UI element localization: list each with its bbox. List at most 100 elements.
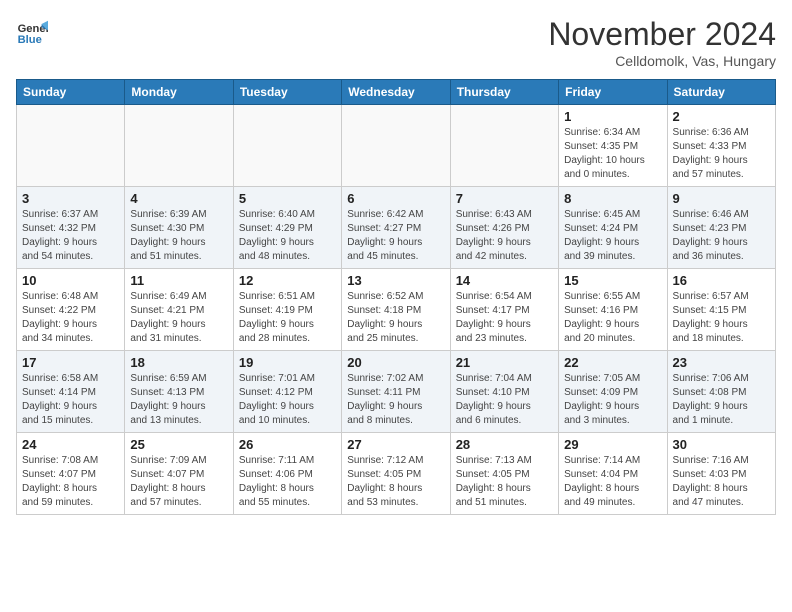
calendar-cell: 1 Sunrise: 6:34 AM Sunset: 4:35 PM Daylig… (559, 105, 667, 187)
calendar-cell: 8 Sunrise: 6:45 AM Sunset: 4:24 PM Daylig… (559, 187, 667, 269)
calendar-cell: 30 Sunrise: 7:16 AM Sunset: 4:03 PM Dayli… (667, 433, 775, 515)
day-info: Sunrise: 6:43 AM Sunset: 4:26 PM Dayligh… (456, 208, 553, 264)
day-number: 20 (347, 355, 444, 370)
day-number: 24 (22, 437, 119, 452)
day-info: Sunrise: 7:16 AM Sunset: 4:03 PM Dayligh… (673, 454, 770, 510)
col-monday: Monday (125, 80, 233, 105)
day-number: 30 (673, 437, 770, 452)
day-number: 2 (673, 109, 770, 124)
day-number: 15 (564, 273, 661, 288)
calendar-cell: 25 Sunrise: 7:09 AM Sunset: 4:07 PM Dayli… (125, 433, 233, 515)
day-info: Sunrise: 7:04 AM Sunset: 4:10 PM Dayligh… (456, 372, 553, 428)
day-info: Sunrise: 6:39 AM Sunset: 4:30 PM Dayligh… (130, 208, 227, 264)
col-friday: Friday (559, 80, 667, 105)
calendar-cell: 7 Sunrise: 6:43 AM Sunset: 4:26 PM Daylig… (450, 187, 558, 269)
calendar-cell: 19 Sunrise: 7:01 AM Sunset: 4:12 PM Dayli… (233, 351, 341, 433)
col-sunday: Sunday (17, 80, 125, 105)
calendar-cell (342, 105, 450, 187)
day-info: Sunrise: 6:52 AM Sunset: 4:18 PM Dayligh… (347, 290, 444, 346)
calendar-cell: 15 Sunrise: 6:55 AM Sunset: 4:16 PM Dayli… (559, 269, 667, 351)
day-number: 12 (239, 273, 336, 288)
calendar-cell (17, 105, 125, 187)
day-info: Sunrise: 6:49 AM Sunset: 4:21 PM Dayligh… (130, 290, 227, 346)
day-number: 28 (456, 437, 553, 452)
day-info: Sunrise: 7:02 AM Sunset: 4:11 PM Dayligh… (347, 372, 444, 428)
location-subtitle: Celldomolk, Vas, Hungary (548, 53, 776, 69)
month-title: November 2024 (548, 16, 776, 53)
day-info: Sunrise: 7:09 AM Sunset: 4:07 PM Dayligh… (130, 454, 227, 510)
day-number: 7 (456, 191, 553, 206)
day-info: Sunrise: 7:13 AM Sunset: 4:05 PM Dayligh… (456, 454, 553, 510)
col-wednesday: Wednesday (342, 80, 450, 105)
calendar-cell: 20 Sunrise: 7:02 AM Sunset: 4:11 PM Dayli… (342, 351, 450, 433)
week-row-4: 17Sunrise: 6:58 AM Sunset: 4:14 PM Dayli… (17, 351, 776, 433)
calendar-cell (125, 105, 233, 187)
day-number: 14 (456, 273, 553, 288)
day-info: Sunrise: 6:34 AM Sunset: 4:35 PM Dayligh… (564, 126, 661, 182)
col-saturday: Saturday (667, 80, 775, 105)
day-number: 25 (130, 437, 227, 452)
day-number: 19 (239, 355, 336, 370)
calendar-cell: 26Sunrise: 7:11 AM Sunset: 4:06 PM Dayli… (233, 433, 341, 515)
day-number: 27 (347, 437, 444, 452)
day-info: Sunrise: 6:45 AM Sunset: 4:24 PM Dayligh… (564, 208, 661, 264)
day-number: 21 (456, 355, 553, 370)
calendar-header-row: Sunday Monday Tuesday Wednesday Thursday… (17, 80, 776, 105)
calendar-cell: 4 Sunrise: 6:39 AM Sunset: 4:30 PM Daylig… (125, 187, 233, 269)
calendar-cell: 24 Sunrise: 7:08 AM Sunset: 4:07 PM Dayli… (17, 433, 125, 515)
day-info: Sunrise: 7:11 AM Sunset: 4:06 PM Dayligh… (239, 454, 336, 510)
col-thursday: Thursday (450, 80, 558, 105)
week-row-3: 10Sunrise: 6:48 AM Sunset: 4:22 PM Dayli… (17, 269, 776, 351)
week-row-2: 3 Sunrise: 6:37 AM Sunset: 4:32 PM Daylig… (17, 187, 776, 269)
calendar-cell: 27Sunrise: 7:12 AM Sunset: 4:05 PM Dayli… (342, 433, 450, 515)
calendar-cell: 18 Sunrise: 6:59 AM Sunset: 4:13 PM Dayli… (125, 351, 233, 433)
page: General Blue November 2024 Celldomolk, V… (0, 0, 792, 523)
day-info: Sunrise: 6:37 AM Sunset: 4:32 PM Dayligh… (22, 208, 119, 264)
day-info: Sunrise: 7:06 AM Sunset: 4:08 PM Dayligh… (673, 372, 770, 428)
day-info: Sunrise: 6:40 AM Sunset: 4:29 PM Dayligh… (239, 208, 336, 264)
logo: General Blue (16, 16, 48, 48)
day-number: 4 (130, 191, 227, 206)
calendar-cell: 2 Sunrise: 6:36 AM Sunset: 4:33 PM Daylig… (667, 105, 775, 187)
day-info: Sunrise: 7:08 AM Sunset: 4:07 PM Dayligh… (22, 454, 119, 510)
day-number: 23 (673, 355, 770, 370)
day-number: 13 (347, 273, 444, 288)
day-number: 11 (130, 273, 227, 288)
day-number: 1 (564, 109, 661, 124)
calendar-cell (233, 105, 341, 187)
day-number: 9 (673, 191, 770, 206)
day-info: Sunrise: 6:58 AM Sunset: 4:14 PM Dayligh… (22, 372, 119, 428)
day-number: 6 (347, 191, 444, 206)
day-info: Sunrise: 6:55 AM Sunset: 4:16 PM Dayligh… (564, 290, 661, 346)
calendar-cell: 28 Sunrise: 7:13 AM Sunset: 4:05 PM Dayli… (450, 433, 558, 515)
calendar-cell: 22Sunrise: 7:05 AM Sunset: 4:09 PM Dayli… (559, 351, 667, 433)
day-number: 3 (22, 191, 119, 206)
calendar-cell: 29Sunrise: 7:14 AM Sunset: 4:04 PM Dayli… (559, 433, 667, 515)
day-info: Sunrise: 6:36 AM Sunset: 4:33 PM Dayligh… (673, 126, 770, 182)
week-row-5: 24 Sunrise: 7:08 AM Sunset: 4:07 PM Dayli… (17, 433, 776, 515)
calendar-cell: 12 Sunrise: 6:51 AM Sunset: 4:19 PM Dayli… (233, 269, 341, 351)
day-info: Sunrise: 7:05 AM Sunset: 4:09 PM Dayligh… (564, 372, 661, 428)
calendar-table: Sunday Monday Tuesday Wednesday Thursday… (16, 79, 776, 515)
day-number: 16 (673, 273, 770, 288)
calendar-cell: 17Sunrise: 6:58 AM Sunset: 4:14 PM Dayli… (17, 351, 125, 433)
calendar-cell: 21 Sunrise: 7:04 AM Sunset: 4:10 PM Dayli… (450, 351, 558, 433)
calendar-cell: 3 Sunrise: 6:37 AM Sunset: 4:32 PM Daylig… (17, 187, 125, 269)
calendar-cell: 6 Sunrise: 6:42 AM Sunset: 4:27 PM Daylig… (342, 187, 450, 269)
day-info: Sunrise: 6:42 AM Sunset: 4:27 PM Dayligh… (347, 208, 444, 264)
day-info: Sunrise: 6:54 AM Sunset: 4:17 PM Dayligh… (456, 290, 553, 346)
calendar-cell: 5 Sunrise: 6:40 AM Sunset: 4:29 PM Daylig… (233, 187, 341, 269)
day-info: Sunrise: 7:01 AM Sunset: 4:12 PM Dayligh… (239, 372, 336, 428)
day-info: Sunrise: 6:48 AM Sunset: 4:22 PM Dayligh… (22, 290, 119, 346)
day-info: Sunrise: 6:46 AM Sunset: 4:23 PM Dayligh… (673, 208, 770, 264)
calendar-cell: 23 Sunrise: 7:06 AM Sunset: 4:08 PM Dayli… (667, 351, 775, 433)
calendar-cell: 14 Sunrise: 6:54 AM Sunset: 4:17 PM Dayli… (450, 269, 558, 351)
calendar-cell: 11 Sunrise: 6:49 AM Sunset: 4:21 PM Dayli… (125, 269, 233, 351)
day-info: Sunrise: 6:51 AM Sunset: 4:19 PM Dayligh… (239, 290, 336, 346)
day-number: 5 (239, 191, 336, 206)
day-number: 18 (130, 355, 227, 370)
week-row-1: 1 Sunrise: 6:34 AM Sunset: 4:35 PM Daylig… (17, 105, 776, 187)
day-info: Sunrise: 6:59 AM Sunset: 4:13 PM Dayligh… (130, 372, 227, 428)
day-number: 29 (564, 437, 661, 452)
day-number: 8 (564, 191, 661, 206)
